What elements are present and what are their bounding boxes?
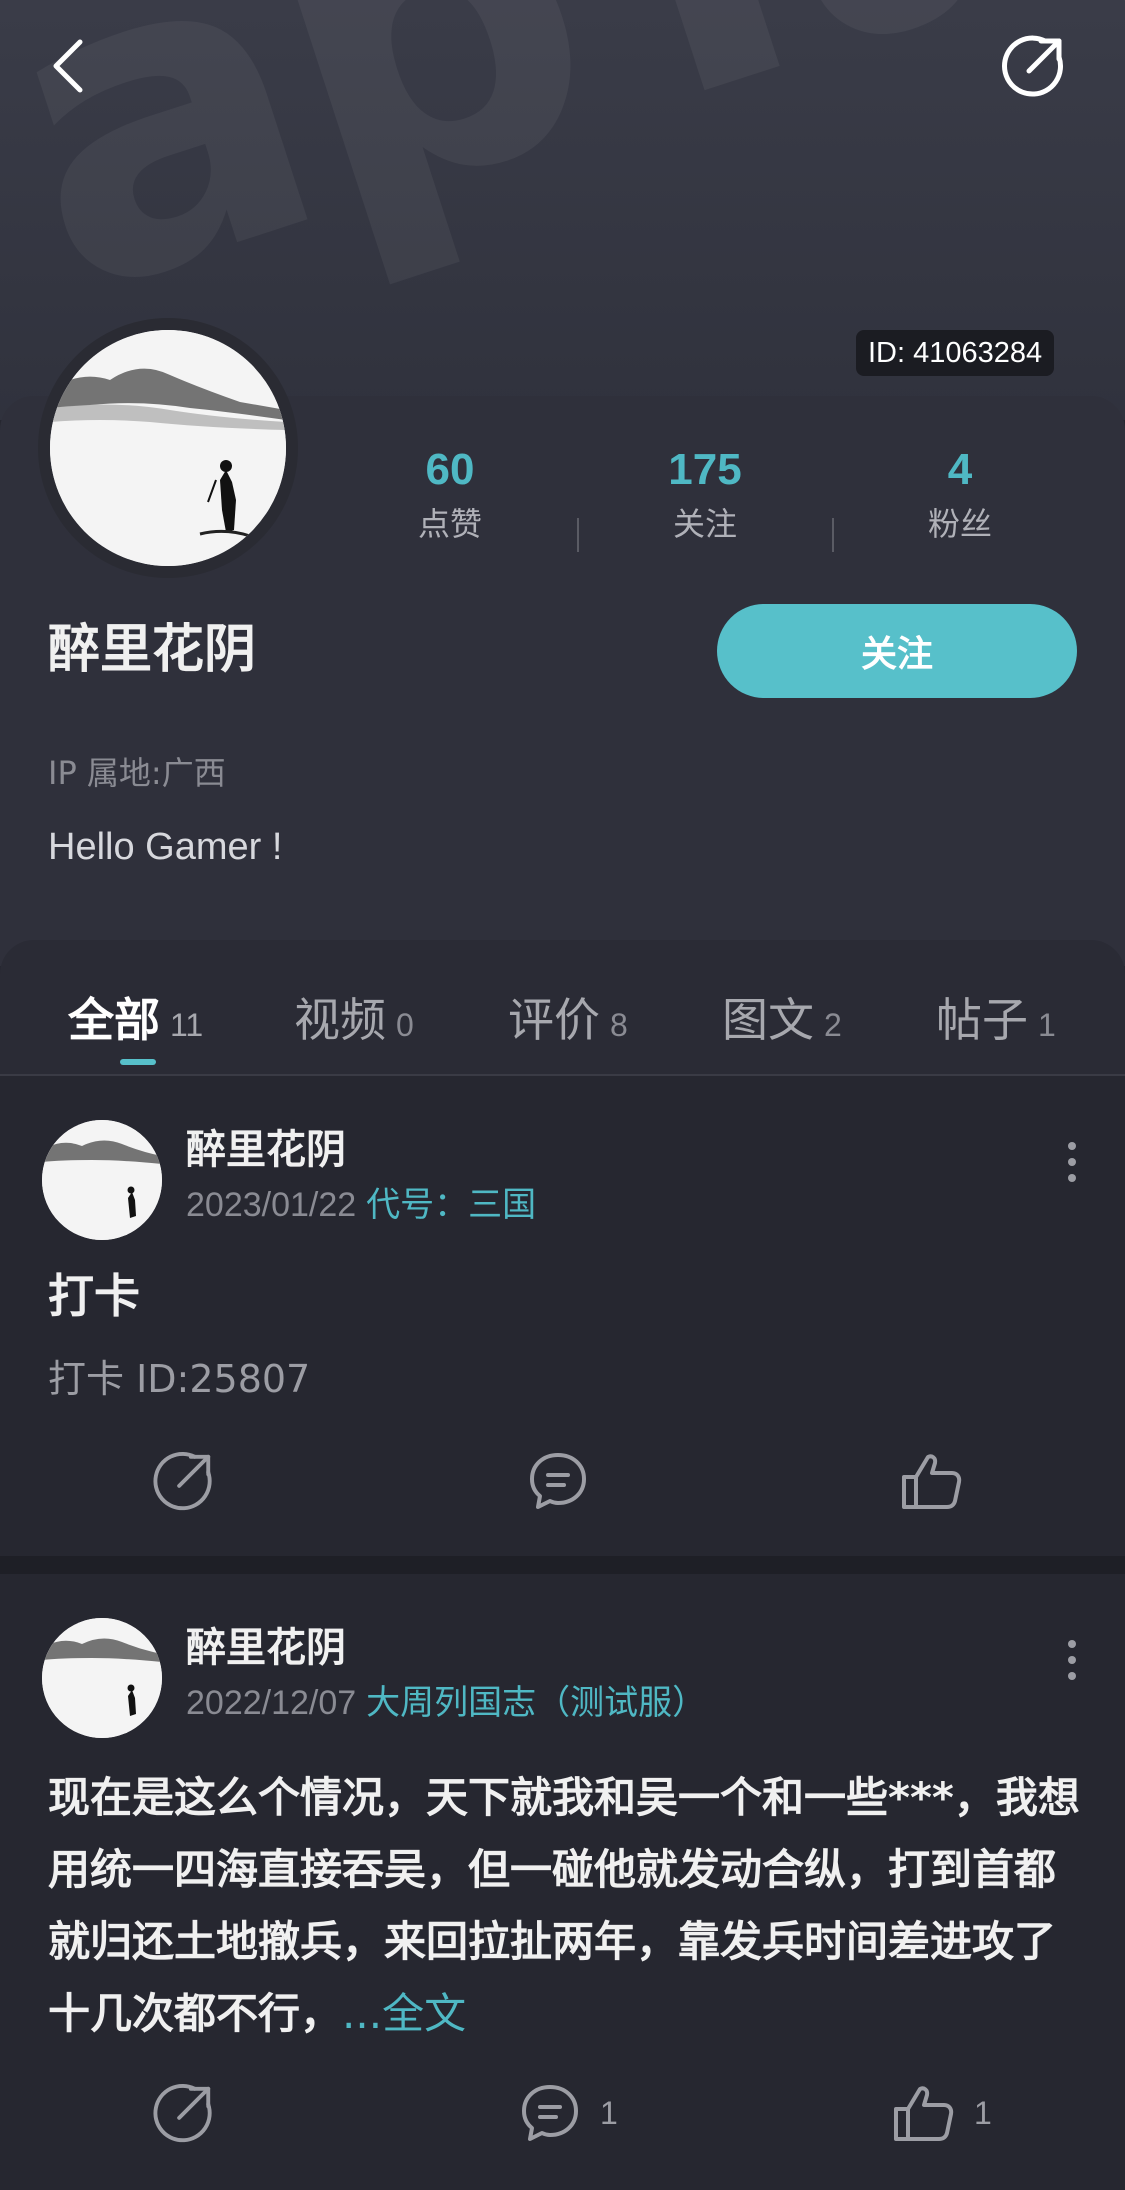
tab-posts[interactable]: 帖子 1 xyxy=(936,984,1056,1054)
user-id-badge: ID: 41063284 xyxy=(856,330,1055,376)
tab-count: 2 xyxy=(824,1007,842,1043)
read-more-link[interactable]: ...全文 xyxy=(342,1989,466,2038)
share-button[interactable] xyxy=(994,26,1074,106)
profile-bio: Hello Gamer ! xyxy=(48,826,283,868)
ip-location: IP 属地:广西 xyxy=(48,754,226,792)
post-game-link[interactable]: 大周列国志（测试服） xyxy=(366,1683,706,1723)
tab-label: 评价 xyxy=(508,993,600,1047)
post-body: 打卡 ID:25807 xyxy=(48,1357,311,1401)
post-meta: 2022/12/07 大周列国志（测试服） xyxy=(186,1678,706,1728)
post-date: 2023/01/22 xyxy=(186,1186,357,1224)
tab-label: 视频 xyxy=(294,993,386,1047)
feed-post[interactable]: 醉里花阴 2023/01/22 代号：三国 打卡 打卡 ID:25807 xyxy=(0,1078,1125,1556)
tab-label: 全部 xyxy=(68,993,160,1047)
feed-post[interactable]: 醉里花阴 2022/12/07 大周列国志（测试服） 现在是这么个情况，天下就我和… xyxy=(0,1574,1125,2190)
stat-following-value: 175 xyxy=(668,445,742,494)
post-author-name[interactable]: 醉里花阴 xyxy=(186,1620,346,1676)
tab-count: 0 xyxy=(396,1007,414,1043)
post-text-content: 现在是这么个情况，天下就我和吴一个和一些***，我想用统一四海直接吞吴，但一碰他… xyxy=(48,1773,1080,2038)
tab-count: 11 xyxy=(170,1007,204,1043)
tab-label: 图文 xyxy=(722,993,814,1047)
post-share-button[interactable] xyxy=(152,1446,216,1516)
tab-count: 8 xyxy=(610,1007,628,1043)
stat-followers-value: 4 xyxy=(947,445,973,494)
stat-followers-label: 粉丝 xyxy=(927,505,992,543)
post-comment-button[interactable]: 1 xyxy=(518,2078,618,2148)
post-more-button[interactable] xyxy=(1052,1132,1092,1192)
stat-likes-value: 60 xyxy=(425,445,475,494)
stat-divider xyxy=(832,518,834,552)
stat-following[interactable]: 175 关注 xyxy=(605,440,805,548)
more-vertical-icon xyxy=(1068,1636,1076,1684)
post-title: 打卡 xyxy=(48,1269,140,1323)
post-author-avatar[interactable] xyxy=(42,1120,162,1240)
share-icon xyxy=(1002,35,1063,97)
post-more-button[interactable] xyxy=(1052,1630,1092,1690)
tab-all[interactable]: 全部 11 xyxy=(68,984,203,1054)
more-vertical-icon xyxy=(1068,1138,1076,1186)
post-date: 2022/12/07 xyxy=(186,1684,357,1722)
post-meta: 2023/01/22 代号：三国 xyxy=(186,1180,536,1230)
profile-screen: apTap ID: 41063284 xyxy=(0,0,1125,2190)
chevron-left-icon xyxy=(53,39,83,93)
active-tab-indicator xyxy=(120,1059,156,1065)
comment-icon xyxy=(530,1453,586,1509)
stat-likes-label: 点赞 xyxy=(417,505,482,543)
content-tabs: 全部 11 视频 0 评价 8 图文 2 帖子 1 xyxy=(0,940,1125,1076)
post-share-button[interactable] xyxy=(152,2078,216,2148)
tab-label: 帖子 xyxy=(936,993,1028,1047)
post-separator xyxy=(0,1556,1125,1574)
profile-stats: 60 点赞 175 关注 4 粉丝 xyxy=(0,440,1125,570)
follow-button[interactable]: 关注 xyxy=(717,604,1077,698)
comment-icon xyxy=(522,2085,578,2141)
comment-count: 1 xyxy=(600,2094,618,2131)
stat-likes[interactable]: 60 点赞 xyxy=(350,440,550,548)
tab-reviews[interactable]: 评价 8 xyxy=(508,984,628,1054)
tab-image-text[interactable]: 图文 2 xyxy=(722,984,842,1054)
back-button[interactable] xyxy=(28,26,108,106)
profile-username: 醉里花阴 xyxy=(48,620,257,680)
stat-followers[interactable]: 4 粉丝 xyxy=(860,440,1060,548)
post-author-avatar[interactable] xyxy=(42,1618,162,1738)
post-author-name[interactable]: 醉里花阴 xyxy=(186,1122,346,1178)
post-game-link[interactable]: 代号：三国 xyxy=(366,1185,536,1225)
stat-divider xyxy=(577,518,579,552)
avatar-ink-landscape-image xyxy=(42,1120,162,1240)
thumbs-up-icon xyxy=(902,1454,962,1509)
post-like-button[interactable]: 1 xyxy=(890,2078,992,2148)
thumbs-up-icon xyxy=(894,2086,954,2141)
like-count: 1 xyxy=(974,2094,992,2131)
post-text: 现在是这么个情况，天下就我和吴一个和一些***，我想用统一四海直接吞吴，但一碰他… xyxy=(48,1762,1088,2050)
tab-videos[interactable]: 视频 0 xyxy=(294,984,414,1054)
share-icon xyxy=(153,1451,212,1511)
share-icon xyxy=(153,2083,212,2143)
post-like-button[interactable] xyxy=(898,1446,982,1516)
app-watermark: apTap xyxy=(0,0,1125,392)
stat-following-label: 关注 xyxy=(672,505,737,543)
tab-count: 1 xyxy=(1038,1007,1056,1043)
avatar-ink-landscape-image xyxy=(42,1618,162,1738)
post-comment-button[interactable] xyxy=(526,1446,608,1516)
